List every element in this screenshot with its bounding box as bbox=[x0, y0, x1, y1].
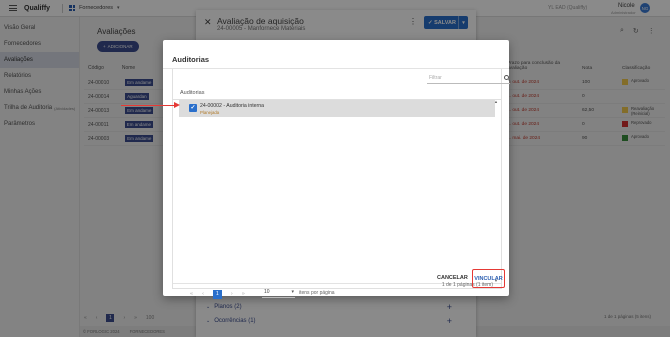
current-page[interactable]: 1 bbox=[212, 289, 222, 299]
audits-dialog: Auditorias Filtrar Auditorias ✓ 24-00002… bbox=[163, 40, 510, 299]
link-button[interactable]: VINCULAR bbox=[472, 269, 505, 288]
annotation-arrow bbox=[121, 104, 176, 106]
filter-input[interactable]: Filtrar bbox=[427, 73, 510, 84]
last-page-icon[interactable]: » bbox=[242, 291, 245, 297]
next-page-icon[interactable]: › bbox=[231, 291, 233, 297]
chevron-down-icon: ▾ bbox=[291, 289, 294, 295]
audits-grid: Filtrar Auditorias ✓ 24-00002 - Auditori… bbox=[172, 69, 510, 299]
dialog-pager: « ‹ 1 › » bbox=[190, 289, 245, 299]
prev-page-icon[interactable]: ‹ bbox=[202, 291, 204, 297]
audit-status: Planejada bbox=[200, 110, 220, 115]
annotation-arrow-head bbox=[174, 102, 180, 108]
checkbox-checked[interactable]: ✓ bbox=[189, 104, 197, 112]
first-page-icon[interactable]: « bbox=[190, 291, 193, 297]
per-page-label: itens por página bbox=[299, 290, 335, 296]
scrollbar[interactable]: ▲ ▼ bbox=[494, 99, 499, 283]
filter-placeholder: Filtrar bbox=[429, 75, 442, 81]
list-item[interactable]: ✓ 24-00002 - Auditoria interna Planejada bbox=[179, 100, 495, 117]
search-icon[interactable] bbox=[504, 75, 509, 80]
per-page-select[interactable]: 10 ▾ bbox=[262, 287, 295, 298]
cancel-button[interactable]: CANCELAR bbox=[437, 275, 468, 281]
dialog-title: Auditorias bbox=[172, 55, 210, 64]
column-header-audits[interactable]: Auditorias bbox=[173, 87, 501, 100]
audit-title: 24-00002 - Auditoria interna bbox=[200, 103, 265, 109]
scroll-up-icon[interactable]: ▲ bbox=[494, 99, 498, 104]
per-page-value: 10 bbox=[264, 289, 270, 295]
